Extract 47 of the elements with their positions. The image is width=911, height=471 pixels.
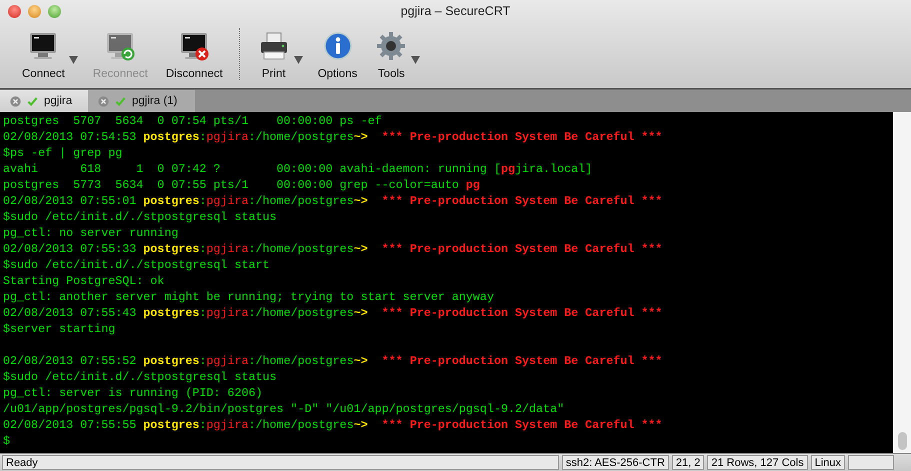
- terminal-line: 02/08/2013 07:55:43 postgres:pgjira:/home/postgres~> *** Pre-production System Be Careful ***: [3, 305, 664, 321]
- terminal-line: postgres 5707 5634 0 07:54 pts/1 00:00:00 ps -ef: [3, 113, 383, 129]
- terminal-line: Starting PostgreSQL: ok: [3, 273, 166, 289]
- toolbar-button[interactable]: Disconnect: [162, 30, 227, 80]
- close-tab-icon[interactable]: [98, 96, 109, 106]
- window-title: pgjira – SecureCRT: [400, 4, 510, 18]
- dropdown-caret-icon[interactable]: [68, 56, 78, 64]
- toolbar-button[interactable]: Tools: [371, 30, 422, 80]
- close-tab-icon[interactable]: [10, 96, 21, 106]
- terminal-line: 02/08/2013 07:54:53 postgres:pgjira:/home/postgres~> *** Pre-production System Be Careful ***: [3, 129, 664, 145]
- terminal-line: 02/08/2013 07:55:55 postgres:pgjira:/home/postgres~> *** Pre-production System Be Careful ***: [3, 417, 664, 433]
- terminal-line: pg_ctl: another server might be running; trying to start server anyway: [3, 289, 495, 305]
- status-panel: Linux: [810, 455, 845, 470]
- terminal-line: $: [3, 433, 12, 449]
- close-window-button[interactable]: [8, 4, 21, 18]
- terminal-line: $server starting: [3, 321, 116, 337]
- minimize-window-button[interactable]: [28, 4, 41, 18]
- monitor-cross-icon: [178, 30, 210, 62]
- toolbar-button[interactable]: Print: [254, 30, 304, 80]
- dropdown-caret-icon[interactable]: [294, 56, 303, 64]
- status-panel: Ready: [2, 455, 559, 470]
- status-panel: 21, 2: [672, 455, 704, 470]
- terminal-line: 02/08/2013 07:55:33 postgres:pgjira:/home/postgres~> *** Pre-production System Be Careful ***: [3, 241, 664, 257]
- terminal-line: $sudo /etc/init.d/./stpostgresql status: [3, 369, 278, 385]
- status-panel: [848, 455, 894, 470]
- terminal-line: pg_ctl: server is running (PID: 6206): [3, 385, 264, 401]
- terminal-line: $ps -ef | grep pg: [3, 145, 124, 161]
- terminal-line: $sudo /etc/init.d/./stpostgresql start: [3, 257, 271, 273]
- terminal-line: postgres 5773 5634 0 07:55 pts/1 00:00:00 grep --color=auto pg: [3, 177, 481, 193]
- toolbar-button[interactable]: Options: [314, 30, 362, 80]
- gear-icon: [375, 30, 408, 62]
- session-tab[interactable]: pgjira: [0, 90, 88, 112]
- toolbar-button[interactable]: Connect: [18, 30, 79, 80]
- terminal-line: avahi 618 1 0 07:42 ? 00:00:00 avahi-daemon: running [pgjira.local]: [3, 161, 594, 177]
- terminal-line: 02/08/2013 07:55:01 postgres:pgjira:/home/postgres~> *** Pre-production System Be Careful ***: [3, 193, 664, 209]
- session-tab[interactable]: pgjira (1): [88, 90, 195, 112]
- status-panel: 21 Rows, 127 Cols: [707, 455, 808, 470]
- status-panel: ssh2: AES-256-CTR: [562, 455, 669, 470]
- info-icon: [322, 30, 354, 62]
- zoom-window-button[interactable]: [48, 4, 61, 18]
- terminal-line: $sudo /etc/init.d/./stpostgresql status: [3, 209, 278, 225]
- scrollbar[interactable]: [893, 112, 911, 453]
- dropdown-caret-icon[interactable]: [411, 56, 420, 64]
- monitor-refresh-icon: [104, 30, 136, 62]
- terminal-line: 02/08/2013 07:55:52 postgres:pgjira:/home/postgres~> *** Pre-production System Be Careful ***: [3, 353, 664, 369]
- terminal-line: pg_ctl: no server running: [3, 225, 180, 241]
- terminal-line: /u01/app/postgres/pgsql-9.2/bin/postgres "-D" "/u01/app/postgres/pgsql-9.2/data": [3, 401, 566, 417]
